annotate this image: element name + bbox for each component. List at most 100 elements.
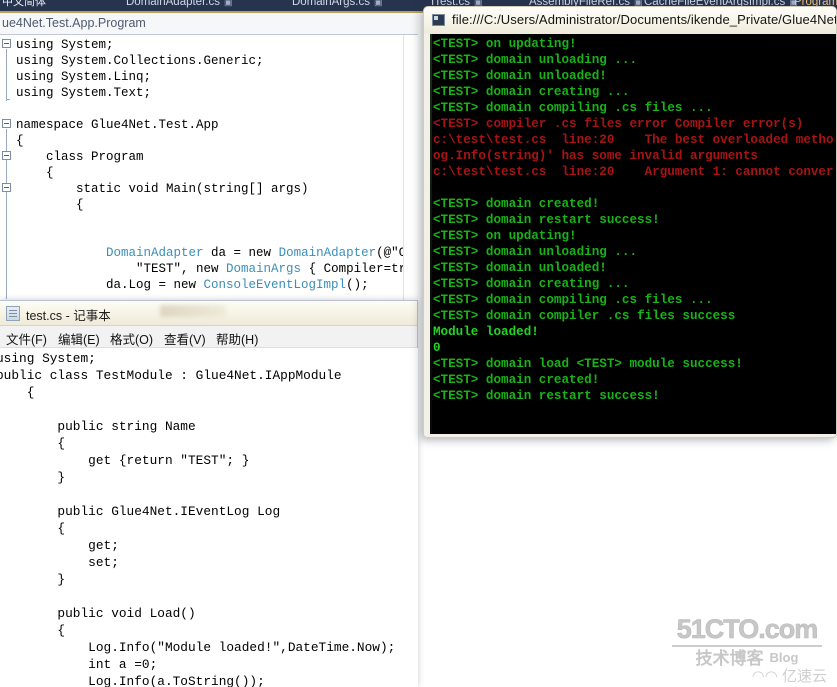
- code-token: DomainArgs: [226, 262, 302, 276]
- notepad-line: set;: [0, 555, 119, 570]
- console-line: <TEST> on updating!: [433, 37, 577, 51]
- notepad-line: public class TestModule : Glue4Net.IAppM…: [0, 368, 342, 383]
- menu-item-编辑e[interactable]: 编辑(E): [58, 329, 100, 348]
- watermark-sub-label: 技术博客: [695, 649, 764, 668]
- code-line: using System.Text;: [16, 86, 152, 100]
- code-token: da.Log = new: [16, 278, 204, 292]
- console-title-bar[interactable]: file:///C:/Users/Administrator/Documents…: [424, 7, 836, 34]
- notepad-line: {: [0, 521, 66, 536]
- console-line: <TEST> domain restart success!: [433, 389, 660, 403]
- console-line: <TEST> domain unloading ...: [433, 53, 638, 67]
- notepad-line: get;: [0, 538, 119, 553]
- code-line: {: [16, 166, 54, 180]
- close-icon[interactable]: ▣: [374, 0, 383, 11]
- console-line: <TEST> domain created!: [433, 197, 600, 211]
- console-line: <TEST> on updating!: [433, 229, 577, 243]
- tab-domainargs-cs[interactable]: DomainArgs.cs ▣: [288, 0, 386, 11]
- menu-item-文件f[interactable]: 文件(F): [6, 329, 47, 348]
- code-token: DomainAdapter: [278, 246, 377, 260]
- watermark-rule: [672, 645, 822, 647]
- console-line: <TEST> compiler .cs files error Compiler…: [433, 117, 804, 131]
- outline-guide-tick: [6, 99, 10, 100]
- editor-navigation-bar[interactable]: ue4Net.Test.App.Program: [0, 13, 418, 35]
- code-line: using System.Linq;: [16, 70, 152, 84]
- notepad-text-area[interactable]: using System; public class TestModule : G…: [0, 348, 418, 687]
- console-title: file:///C:/Users/Administrator/Documents…: [452, 12, 837, 27]
- code-token: DomainAdapter: [106, 246, 204, 260]
- outline-collapse-icon[interactable]: [2, 39, 11, 48]
- outline-collapse-icon[interactable]: [2, 151, 11, 160]
- outline-collapse-icon[interactable]: [2, 183, 11, 192]
- code-token: { Compiler=true, Up: [308, 262, 417, 276]
- blurred-region: [160, 305, 226, 317]
- watermark-sub-text: 技术博客 Blog: [663, 648, 831, 668]
- notepad-line: using System;: [0, 351, 96, 366]
- console-line: 0: [433, 341, 441, 355]
- console-line: c:\test\test.cs line:20 Argument 1: cann…: [433, 165, 834, 179]
- watermark: 51CTO.com 技术博客 Blog ◠◠ 亿速云: [663, 615, 831, 685]
- notepad-line: {: [26, 385, 35, 400]
- menu-item-查看v[interactable]: 查看(V): [164, 329, 206, 348]
- notepad-line: Log.Info(a.ToString());: [0, 674, 265, 687]
- code-line: DomainAdapter da = new DomainAdapter(@"C…: [16, 245, 417, 261]
- console-line: <TEST> domain unloaded!: [433, 69, 607, 83]
- console-left-edge: [430, 34, 432, 434]
- notepad-line: }: [0, 470, 66, 485]
- console-line: <TEST> domain unloaded!: [433, 261, 607, 275]
- code-line: static void Main(string[] args): [16, 182, 309, 196]
- notepad-menu-bar[interactable]: 文件(F) 编辑(E) 格式(O) 查看(V) 帮助(H): [0, 326, 417, 348]
- outline-guide-line: [6, 49, 7, 101]
- notepad-line: }: [0, 572, 66, 587]
- notepad-line: {: [0, 623, 66, 638]
- code-line: using System.Collections.Generic;: [16, 54, 264, 68]
- code-line: using System;: [16, 38, 114, 52]
- console-line: Module loaded!: [433, 325, 539, 339]
- console-output[interactable]: <TEST> on updating! <TEST> domain unloadi…: [430, 34, 836, 434]
- console-line: <TEST> domain compiling .cs files ...: [433, 101, 713, 115]
- code-token: "TEST", new: [16, 262, 227, 276]
- code-line: {: [16, 134, 24, 148]
- console-line: <TEST> domain load <TEST> module success…: [433, 357, 743, 371]
- notepad-window[interactable]: test.cs - 记事本 文件(F) 编辑(E) 格式(O) 查看(V) 帮助(H) …: [0, 300, 418, 687]
- code-line: {: [16, 198, 84, 212]
- console-icon: [432, 14, 445, 26]
- notepad-line: public void Load(): [0, 606, 196, 621]
- code-token: da = new: [203, 246, 279, 260]
- code-line: class Program: [16, 150, 144, 164]
- notepad-line: int a =0;: [0, 657, 158, 672]
- notepad-line: get {return "TEST"; }: [0, 453, 250, 468]
- code-token: ConsoleEventLogImpl: [203, 278, 347, 292]
- tab-domainadapter-cs[interactable]: DomainAdapter.cs ▣: [122, 0, 236, 11]
- code-line: namespace Glue4Net.Test.App: [16, 118, 219, 132]
- console-line: <TEST> domain created!: [433, 373, 600, 387]
- close-icon[interactable]: ▣: [224, 0, 233, 11]
- menu-item-格式o[interactable]: 格式(O): [110, 329, 153, 348]
- console-line: <TEST> domain creating ...: [433, 85, 630, 99]
- notepad-title-bar[interactable]: test.cs - 记事本: [0, 301, 417, 326]
- outline-collapse-icon[interactable]: [2, 119, 11, 128]
- console-line: <TEST> domain compiler .cs files success: [433, 309, 736, 323]
- console-line: <TEST> domain restart success!: [433, 213, 660, 227]
- console-line: <TEST> domain unloading ...: [433, 245, 638, 259]
- console-line: <TEST> domain compiling .cs files ...: [433, 293, 713, 307]
- code-line: da.Log = new ConsoleEventLogImpl();: [16, 277, 369, 293]
- watermark-sub2-text: ◠◠ 亿速云: [751, 668, 827, 685]
- tab-label: DomainArgs.cs: [292, 0, 370, 8]
- notepad-line: public string Name: [0, 419, 196, 434]
- console-line: og.Info(string)' has some invalid argume…: [433, 149, 758, 163]
- console-window[interactable]: file:///C:/Users/Administrator/Documents…: [423, 6, 837, 438]
- navigation-bar-member: ue4Net.Test.App.Program: [2, 16, 146, 30]
- code-editor-surface[interactable]: using System; using System.Collections.Ge…: [0, 35, 418, 300]
- language-indicator: 中文简体: [2, 0, 46, 8]
- notepad-title: test.cs - 记事本: [26, 309, 111, 323]
- menu-item-帮助h[interactable]: 帮助(H): [216, 329, 258, 348]
- console-line: <TEST> domain creating ...: [433, 277, 630, 291]
- watermark-blog-label: Blog: [769, 650, 799, 665]
- tab-label: DomainAdapter.cs: [126, 0, 220, 8]
- editor-right-margin[interactable]: [403, 35, 418, 300]
- outlining-gutter[interactable]: [0, 35, 16, 300]
- code-token: ();: [346, 278, 369, 292]
- notepad-line: Log.Info("Module loaded!",DateTime.Now);: [0, 640, 396, 655]
- code-line: "TEST", new DomainArgs { Compiler=true, …: [16, 261, 417, 277]
